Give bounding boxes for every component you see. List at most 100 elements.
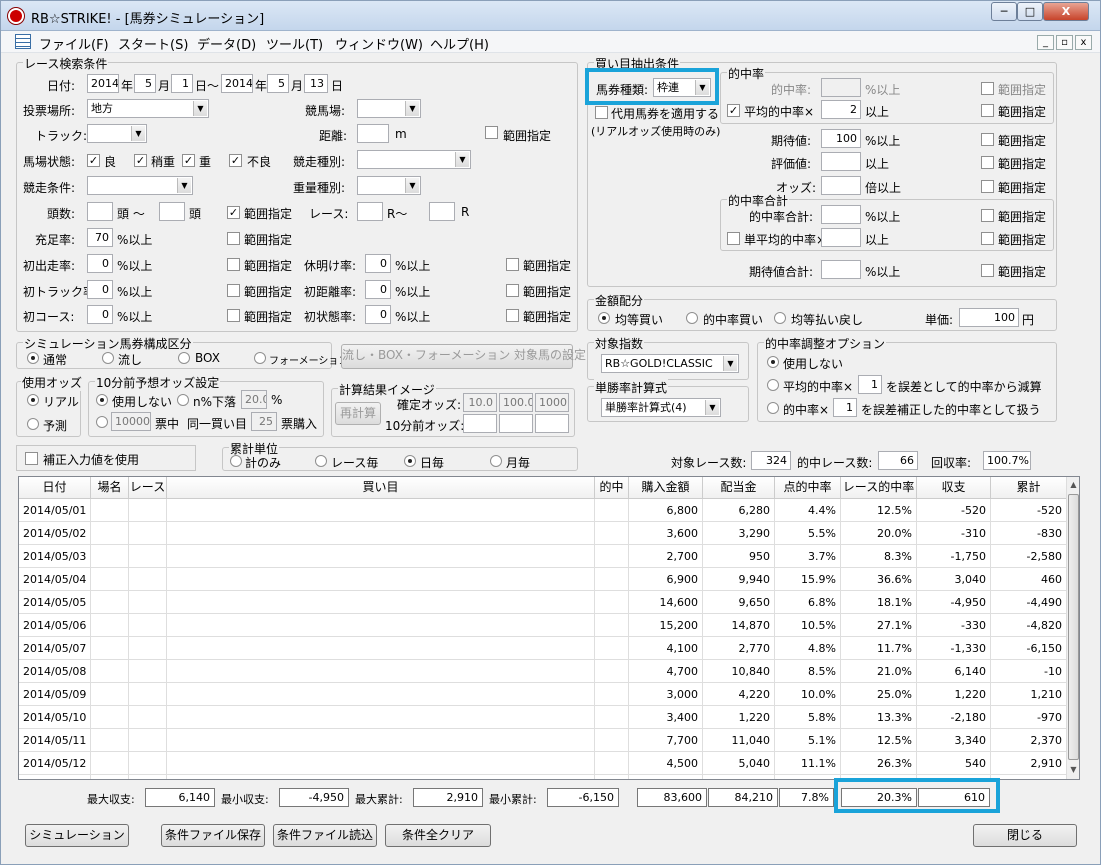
rest-input[interactable]: 0 (365, 254, 391, 273)
column-header-point-hit[interactable]: 点的中率 (775, 477, 841, 499)
minimize-button[interactable]: ─ (991, 2, 1017, 21)
hit-rate-range-checkbox[interactable] (981, 82, 994, 95)
expected-range-checkbox[interactable] (981, 133, 994, 146)
menu-start[interactable]: スタート(S) (118, 34, 188, 53)
formation-radio[interactable] (254, 352, 266, 364)
load-conditions-button[interactable]: 条件ファイル読込 (273, 824, 377, 847)
proxy-ticket-checkbox[interactable] (595, 106, 608, 119)
column-header-balance[interactable]: 収支 (917, 477, 991, 499)
menu-tools[interactable]: ツール(T) (266, 34, 323, 53)
mdi-close-button[interactable]: x (1075, 35, 1092, 50)
odds-input[interactable] (821, 176, 861, 195)
column-header-date[interactable]: 日付 (19, 477, 91, 499)
race-kind-select[interactable] (357, 150, 471, 169)
first-track-range-checkbox[interactable] (227, 284, 240, 297)
venue-select[interactable]: 地方 (87, 99, 209, 118)
adjust-hit-input[interactable]: 1 (833, 398, 857, 417)
box-radio[interactable] (178, 352, 190, 364)
column-header-bet[interactable]: 買い目 (167, 477, 595, 499)
race-min-input[interactable] (357, 202, 383, 221)
hitrate-buy-radio[interactable] (686, 312, 698, 324)
cond-slightly-heavy-checkbox[interactable]: ✓ (134, 154, 147, 167)
single-avg-range-checkbox[interactable] (981, 232, 994, 245)
agg-month-radio[interactable] (490, 455, 502, 467)
first-course-input[interactable]: 0 (87, 305, 113, 324)
cond-good-checkbox[interactable]: ✓ (87, 154, 100, 167)
first-distance-range-checkbox[interactable] (506, 284, 519, 297)
hit-sum-range-checkbox[interactable] (981, 209, 994, 222)
drop-percent-input[interactable]: 20.0 (241, 390, 267, 409)
avg-hit-checkbox[interactable]: ✓ (727, 104, 740, 117)
racecourse-select[interactable] (357, 99, 421, 118)
odds10-none-radio[interactable] (96, 394, 108, 406)
expected-value-input[interactable]: 100 (821, 129, 861, 148)
weight-kind-select[interactable] (357, 176, 421, 195)
agg-race-radio[interactable] (315, 455, 327, 467)
score-range-checkbox[interactable] (981, 156, 994, 169)
scroll-down-icon[interactable]: ▼ (1067, 762, 1079, 778)
column-header-race[interactable]: レース (129, 477, 167, 499)
column-header-purchase[interactable]: 購入金額 (629, 477, 703, 499)
column-header-race-hit[interactable]: レース的中率 (841, 477, 917, 499)
track-select[interactable] (87, 124, 147, 143)
start-day-input[interactable]: 1 (171, 74, 193, 93)
column-header-cumulative[interactable]: 累計 (991, 477, 1067, 499)
end-day-input[interactable]: 13 (304, 74, 328, 93)
menu-file[interactable]: ファイル(F) (39, 34, 109, 53)
votes-total-input[interactable]: 10000 (111, 412, 151, 431)
odds-range-checkbox[interactable] (981, 180, 994, 193)
heads-range-checkbox[interactable]: ✓ (227, 206, 240, 219)
mdi-minimize-button[interactable]: _ (1037, 35, 1054, 50)
first-course-range-checkbox[interactable] (227, 309, 240, 322)
first-condition-range-checkbox[interactable] (506, 309, 519, 322)
fill-rate-input[interactable]: 70 (87, 228, 113, 247)
hit-sum-input[interactable] (821, 205, 861, 224)
rest-range-checkbox[interactable] (506, 258, 519, 271)
first-distance-input[interactable]: 0 (365, 280, 391, 299)
target-horse-settings-button[interactable]: 流し・BOX・フォーメーション 対象馬の設定 (341, 344, 586, 369)
expected-sum-range-checkbox[interactable] (981, 264, 994, 277)
start-year-input[interactable]: 2014 (87, 74, 119, 93)
maximize-button[interactable]: □ (1017, 2, 1043, 21)
menu-data[interactable]: データ(D) (197, 34, 256, 53)
adjust-avg-radio[interactable] (767, 379, 779, 391)
equal-return-radio[interactable] (774, 312, 786, 324)
document-grid-icon[interactable] (15, 34, 31, 49)
single-avg-input[interactable] (821, 228, 861, 247)
cond-heavy-checkbox[interactable]: ✓ (182, 154, 195, 167)
heads-max-input[interactable] (159, 202, 185, 221)
first-range-checkbox[interactable] (227, 258, 240, 271)
menu-window[interactable]: ウィンドウ(W) (335, 34, 423, 53)
expected-sum-input[interactable] (821, 260, 861, 279)
scroll-thumb[interactable] (1068, 494, 1079, 760)
fill-range-checkbox[interactable] (227, 232, 240, 245)
first-track-input[interactable]: 0 (87, 280, 113, 299)
odds10-votes-radio[interactable] (96, 416, 108, 428)
avg-hit-range-checkbox[interactable] (981, 104, 994, 117)
first-condition-input[interactable]: 0 (365, 305, 391, 324)
distance-input[interactable] (357, 124, 389, 143)
close-button[interactable]: 閉じる (973, 824, 1077, 847)
normal-radio[interactable] (27, 352, 39, 364)
close-window-button[interactable]: X (1043, 2, 1089, 21)
vertical-scrollbar[interactable]: ▲ ▼ (1066, 477, 1079, 779)
save-conditions-button[interactable]: 条件ファイル保存 (161, 824, 265, 847)
unit-price-input[interactable]: 100 (959, 308, 1019, 327)
simulate-button[interactable]: シミュレーション (25, 824, 129, 847)
hit-rate-input[interactable] (821, 78, 861, 97)
column-header-hit[interactable]: 的中 (595, 477, 629, 499)
score-input[interactable] (821, 152, 861, 171)
mdi-restore-button[interactable]: ▫ (1056, 35, 1073, 50)
single-avg-checkbox[interactable] (727, 232, 740, 245)
recalc-button[interactable]: 再計算 (335, 402, 381, 425)
avg-hit-input[interactable]: 2 (821, 100, 861, 119)
end-month-input[interactable]: 5 (267, 74, 289, 93)
start-month-input[interactable]: 5 (134, 74, 156, 93)
correction-checkbox[interactable] (25, 452, 38, 465)
agg-total-radio[interactable] (230, 455, 242, 467)
scroll-up-icon[interactable]: ▲ (1067, 477, 1079, 493)
adjust-none-radio[interactable] (767, 356, 779, 368)
first-start-input[interactable]: 0 (87, 254, 113, 273)
win-rate-formula-select[interactable]: 単勝率計算式(4) (601, 398, 721, 417)
end-year-input[interactable]: 2014 (221, 74, 253, 93)
